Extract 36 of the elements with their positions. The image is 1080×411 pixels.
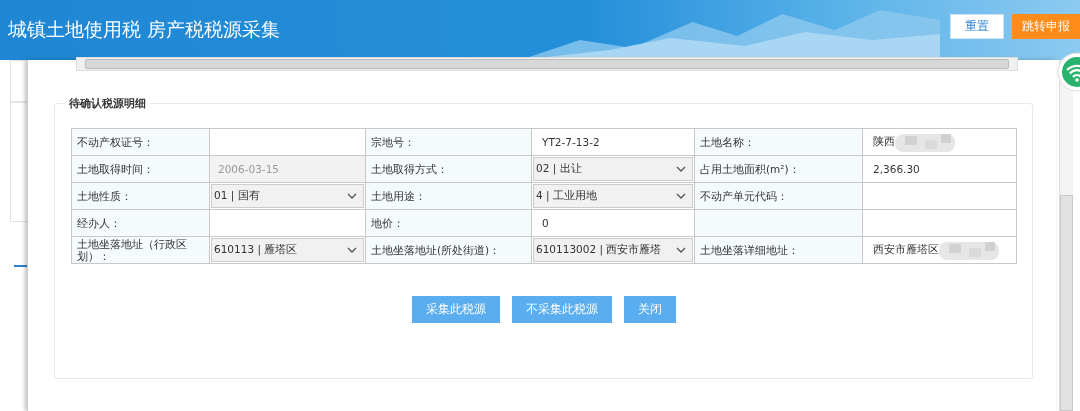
chevron-icon <box>676 193 686 199</box>
field-label: 土地性质： <box>71 182 210 210</box>
blurred-redaction <box>939 240 999 260</box>
input-field[interactable]: 陕西 <box>863 129 1016 155</box>
field-label: 不动产单元代码： <box>694 182 863 210</box>
input-field[interactable]: 0 <box>532 210 694 236</box>
select-field[interactable]: 4 | 工业用地 <box>533 184 693 208</box>
field-label: 土地名称： <box>694 128 863 156</box>
field-label: 土地坐落地址(所处街道)： <box>365 236 532 264</box>
select-field[interactable]: 610113 | 雁塔区 <box>211 238 364 262</box>
select-field[interactable]: 610113002 | 西安市雁塔 <box>533 238 693 262</box>
section-title: 待确认税源明细 <box>65 96 150 111</box>
select-field[interactable]: 01 | 国有 <box>211 184 364 208</box>
input-field[interactable]: 2,366.30 <box>863 156 1016 182</box>
chevron-icon <box>676 166 686 172</box>
page-title: 城镇土地使用税 房产税税源采集 <box>8 17 282 42</box>
field-label: 土地坐落详细地址： <box>694 236 863 264</box>
field-label: 经办人： <box>71 209 210 237</box>
field-label: 土地坐落地址（行政区划）： <box>71 236 210 264</box>
horizontal-scrollbar[interactable] <box>76 57 1018 71</box>
field-label: 土地取得时间： <box>71 155 210 183</box>
chevron-icon <box>347 247 357 253</box>
reset-button[interactable]: 重置 <box>950 14 1004 39</box>
input-field[interactable]: 西安市雁塔区 <box>863 237 1016 263</box>
blurred-redaction <box>895 132 955 152</box>
field-label: 地价： <box>365 209 532 237</box>
select-field[interactable]: 02 | 出让 <box>533 157 693 181</box>
chevron-icon <box>347 193 357 199</box>
input-field[interactable]: YT2-7-13-2 <box>532 129 694 155</box>
chevron-icon <box>676 247 686 253</box>
field-label: 不动产权证号： <box>71 128 210 156</box>
field-label: 土地用途： <box>365 182 532 210</box>
vertical-scrollbar[interactable] <box>1059 60 1073 411</box>
field-label: 宗地号： <box>365 128 532 156</box>
field-label: 占用土地面积(m²)： <box>694 155 863 183</box>
field-label: 土地取得方式： <box>365 155 532 183</box>
